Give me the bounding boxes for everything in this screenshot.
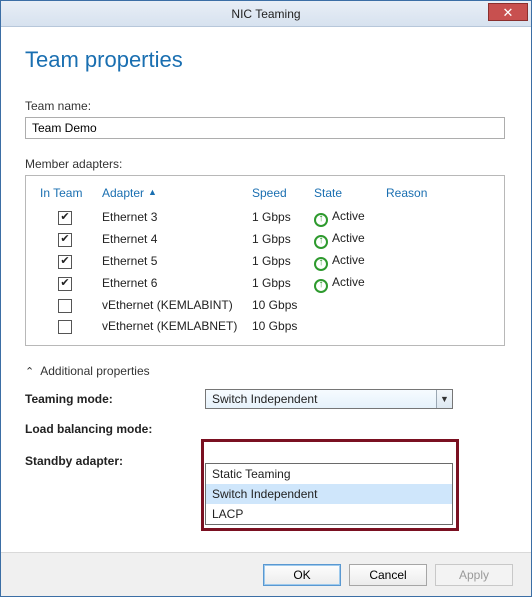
adapter-speed: 1 Gbps: [246, 250, 308, 272]
dropdown-option[interactable]: LACP: [206, 504, 452, 524]
col-header-state[interactable]: State: [308, 182, 380, 206]
active-icon: [314, 257, 328, 271]
in-team-checkbox[interactable]: ✔: [58, 320, 72, 334]
table-row[interactable]: ✔ Ethernet 51 GbpsActive: [34, 250, 496, 272]
button-bar: OK Cancel Apply: [1, 552, 531, 596]
dropdown-option[interactable]: Switch Independent: [206, 484, 452, 504]
additional-properties-label: Additional properties: [40, 364, 149, 378]
page-title: Team properties: [25, 47, 507, 73]
adapter-speed: 1 Gbps: [246, 272, 308, 294]
dialog-content: Team properties Team name: Member adapte…: [1, 27, 531, 474]
adapter-speed: 10 Gbps: [246, 316, 308, 338]
adapter-name: Ethernet 5: [96, 250, 246, 272]
table-row[interactable]: ✔ Ethernet 31 GbpsActive: [34, 206, 496, 228]
ok-button[interactable]: OK: [263, 564, 341, 586]
adapter-name: vEthernet (KEMLABNET): [96, 316, 246, 338]
cancel-button[interactable]: Cancel: [349, 564, 427, 586]
close-button[interactable]: ✕: [488, 3, 528, 21]
adapter-state: [308, 316, 380, 338]
adapter-state: Active: [308, 272, 380, 294]
active-icon: [314, 279, 328, 293]
close-icon: ✕: [503, 6, 514, 19]
additional-properties-toggle[interactable]: ⌃ Additional properties: [25, 364, 507, 378]
adapter-reason: [380, 206, 496, 228]
adapter-reason: [380, 272, 496, 294]
adapter-state: Active: [308, 206, 380, 228]
title-bar: NIC Teaming ✕: [1, 1, 531, 27]
member-adapters-label: Member adapters:: [25, 157, 507, 171]
member-adapters-table: In Team Adapter▲ Speed State Reason ✔ Eth…: [25, 175, 505, 346]
adapter-state: Active: [308, 250, 380, 272]
table-row[interactable]: ✔ vEthernet (KEMLABNET)10 Gbps: [34, 316, 496, 338]
active-icon: [314, 235, 328, 249]
standby-adapter-label: Standby adapter:: [25, 454, 205, 468]
adapter-name: Ethernet 6: [96, 272, 246, 294]
adapter-reason: [380, 228, 496, 250]
teaming-mode-dropdown-list[interactable]: Static TeamingSwitch IndependentLACP: [205, 463, 453, 525]
adapter-reason: [380, 294, 496, 316]
active-icon: [314, 213, 328, 227]
dropdown-icon[interactable]: ▼: [436, 390, 452, 408]
dropdown-option[interactable]: Static Teaming: [206, 464, 452, 484]
team-name-input[interactable]: [25, 117, 505, 139]
adapter-speed: 1 Gbps: [246, 228, 308, 250]
col-header-in-team[interactable]: In Team: [34, 182, 96, 206]
chevron-up-icon: ⌃: [25, 365, 34, 378]
table-row[interactable]: ✔ vEthernet (KEMLABINT)10 Gbps: [34, 294, 496, 316]
adapter-speed: 10 Gbps: [246, 294, 308, 316]
adapter-reason: [380, 316, 496, 338]
in-team-checkbox[interactable]: ✔: [58, 255, 72, 269]
adapter-state: [308, 294, 380, 316]
apply-button[interactable]: Apply: [435, 564, 513, 586]
adapter-state: Active: [308, 228, 380, 250]
adapter-speed: 1 Gbps: [246, 206, 308, 228]
team-name-label: Team name:: [25, 99, 507, 113]
teaming-mode-combobox[interactable]: Switch Independent ▼: [205, 389, 453, 409]
in-team-checkbox[interactable]: ✔: [58, 299, 72, 313]
adapter-name: Ethernet 4: [96, 228, 246, 250]
teaming-mode-value: Switch Independent: [206, 392, 436, 406]
load-balancing-label: Load balancing mode:: [25, 422, 205, 436]
table-row[interactable]: ✔ Ethernet 61 GbpsActive: [34, 272, 496, 294]
adapter-reason: [380, 250, 496, 272]
teaming-mode-label: Teaming mode:: [25, 392, 205, 406]
in-team-checkbox[interactable]: ✔: [58, 233, 72, 247]
col-header-speed[interactable]: Speed: [246, 182, 308, 206]
table-row[interactable]: ✔ Ethernet 41 GbpsActive: [34, 228, 496, 250]
in-team-checkbox[interactable]: ✔: [58, 277, 72, 291]
adapter-name: Ethernet 3: [96, 206, 246, 228]
sort-asc-icon: ▲: [148, 187, 157, 197]
window-title: NIC Teaming: [231, 7, 300, 21]
col-header-adapter[interactable]: Adapter▲: [96, 182, 246, 206]
adapter-name: vEthernet (KEMLABINT): [96, 294, 246, 316]
col-header-reason[interactable]: Reason: [380, 182, 496, 206]
in-team-checkbox[interactable]: ✔: [58, 211, 72, 225]
